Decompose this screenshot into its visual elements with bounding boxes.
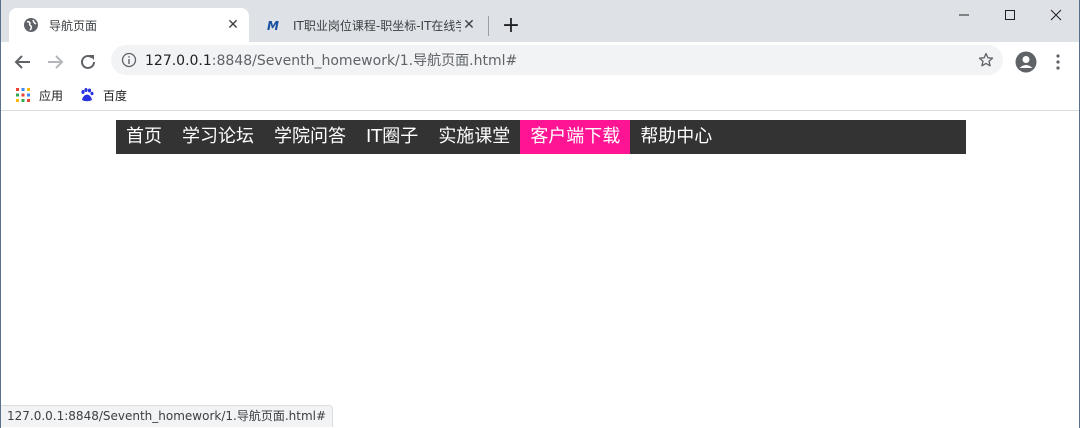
nav-item-qa[interactable]: 学院问答 xyxy=(264,120,356,154)
tab-active[interactable]: 导航页面 ✕ xyxy=(9,8,249,42)
address-bar[interactable]: 127.0.0.1:8848/Seventh_homework/1.导航页面.h… xyxy=(111,45,1003,75)
close-icon[interactable]: ✕ xyxy=(225,17,241,33)
apps-grid-icon xyxy=(15,87,31,103)
profile-avatar-icon[interactable] xyxy=(1012,48,1040,76)
nav-item-forum[interactable]: 学习论坛 xyxy=(172,120,264,154)
tab-title: IT职业岗位课程-职坐标-IT在线学 xyxy=(293,18,461,33)
nav-item-classroom[interactable]: 实施课堂 xyxy=(428,120,520,154)
globe-icon xyxy=(23,17,39,33)
info-icon[interactable] xyxy=(121,52,137,68)
maximize-icon[interactable] xyxy=(987,0,1033,30)
page-content: 首页 学习论坛 学院问答 IT圈子 实施课堂 客户端下载 帮助中心 xyxy=(1,112,1079,428)
nav-item-home[interactable]: 首页 xyxy=(116,120,172,154)
menu-kebab-icon[interactable] xyxy=(1044,48,1072,76)
forward-arrow-icon[interactable] xyxy=(41,48,69,76)
minimize-icon[interactable] xyxy=(941,0,987,30)
close-icon[interactable]: ✕ xyxy=(461,17,477,33)
tab-strip: 导航页面 ✕ M IT职业岗位课程-职坐标-IT在线学 ✕ + xyxy=(1,0,1079,42)
new-tab-icon[interactable]: + xyxy=(499,13,523,38)
svg-text:M: M xyxy=(267,19,279,33)
bookmark-baidu[interactable]: 百度 xyxy=(79,85,127,105)
nav-item-help-center[interactable]: 帮助中心 xyxy=(630,120,722,154)
nav-item-it-circle[interactable]: IT圈子 xyxy=(356,120,428,154)
tab-title: 导航页面 xyxy=(49,18,98,33)
url-text: 127.0.0.1:8848/Seventh_homework/1.导航页面.h… xyxy=(145,50,517,70)
status-bar: 127.0.0.1:8848/Seventh_homework/1.导航页面.h… xyxy=(1,405,334,427)
browser-window: 导航页面 ✕ M IT职业岗位课程-职坐标-IT在线学 ✕ + 127.0.0.… xyxy=(0,0,1080,428)
url-host: 127.0.0.1 xyxy=(145,53,212,69)
reload-icon[interactable] xyxy=(74,48,102,76)
bookmark-label: 百度 xyxy=(103,88,128,103)
url-path: :8848/Seventh_homework/1.导航页面.html# xyxy=(211,53,518,69)
main-nav: 首页 学习论坛 学院问答 IT圈子 实施课堂 客户端下载 帮助中心 xyxy=(116,120,966,154)
baidu-paw-icon xyxy=(79,87,95,103)
bookmark-label: 应用 xyxy=(39,88,64,103)
close-window-icon[interactable] xyxy=(1033,0,1079,30)
zhizuobiao-logo-icon: M xyxy=(267,17,283,33)
tab-inactive[interactable]: M IT职业岗位课程-职坐标-IT在线学 ✕ xyxy=(253,8,485,42)
bookmarks-bar: 应用 百度 xyxy=(1,80,1079,111)
nav-item-client-download[interactable]: 客户端下载 xyxy=(520,120,631,154)
tab-separator xyxy=(488,16,489,36)
bookmark-star-icon[interactable] xyxy=(977,51,995,69)
back-arrow-icon[interactable] xyxy=(9,48,37,76)
bookmark-apps[interactable]: 应用 xyxy=(15,85,63,105)
toolbar: 127.0.0.1:8848/Seventh_homework/1.导航页面.h… xyxy=(1,42,1079,80)
